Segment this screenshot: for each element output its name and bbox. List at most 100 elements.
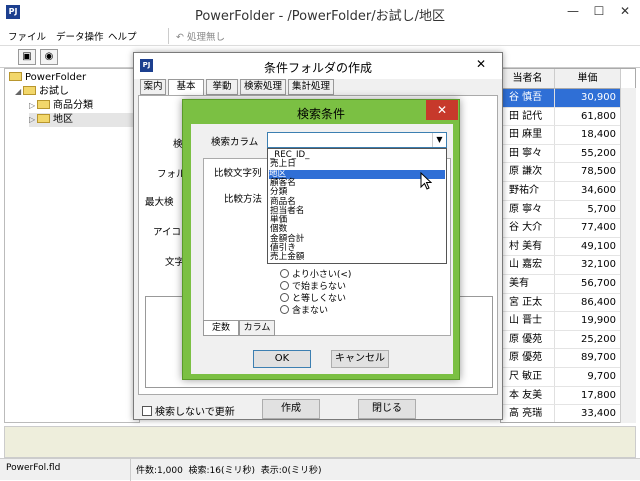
bottom-panel	[4, 426, 636, 458]
cell-price: 86,400	[555, 293, 621, 312]
collapse-icon[interactable]: ▷	[29, 113, 37, 127]
radio-button[interactable]	[280, 305, 289, 314]
status-file: PowerFol.fld	[6, 463, 61, 473]
undo-action[interactable]: ↶ 処理無し	[176, 29, 225, 43]
tab-search[interactable]: 検索処理	[240, 79, 286, 95]
update-without-search-checkbox[interactable]: 検索しないで更新	[142, 403, 235, 418]
table-row[interactable]: 谷 大介 77,400	[501, 219, 635, 238]
cell-staff: 原 寧々	[501, 200, 555, 219]
subtab-column[interactable]: カラム	[239, 320, 275, 336]
table-row[interactable]: 宮 正太 86,400	[501, 293, 635, 313]
cell-price: 32,100	[555, 256, 621, 274]
close-icon[interactable]: ✕	[426, 100, 458, 120]
collapse-icon[interactable]: ▷	[29, 99, 37, 113]
dialog-title-bar: PJ 条件フォルダの作成 ✕	[134, 53, 502, 79]
table-row[interactable]: 尺 敏正 9,700	[501, 368, 635, 387]
eye-icon[interactable]: ◉	[40, 49, 58, 65]
dialog-title: 検索条件	[296, 107, 345, 121]
search-column-select[interactable]: ▼	[267, 132, 447, 148]
undo-icon: ↶	[176, 32, 187, 43]
radio-button[interactable]	[280, 281, 289, 290]
table-row[interactable]: 田 寧々 55,200	[501, 144, 635, 164]
tree-item-region[interactable]: ▷ 地区	[29, 113, 137, 127]
compare-method-label: 比較方法	[224, 194, 263, 205]
menu-help[interactable]: ヘルプ	[108, 29, 137, 43]
table-row[interactable]: 山 晋士 19,900	[501, 312, 635, 331]
vertical-scrollbar[interactable]	[620, 88, 636, 423]
table-row[interactable]: 野祐介 34,600	[501, 182, 635, 201]
cell-staff: 原 謙次	[501, 163, 555, 181]
cell-staff: 宮 正太	[501, 293, 555, 312]
dropdown-option[interactable]: 売上金額	[270, 253, 304, 262]
menu-file[interactable]: ファイル	[8, 29, 46, 43]
dropdown-option[interactable]: 分類	[270, 188, 287, 197]
tree-item-powerfolder[interactable]: PowerFolder	[9, 71, 86, 85]
dropdown-option[interactable]: 売上日	[270, 160, 296, 169]
window-title: PowerFolder - /PowerFolder/お試し/地区	[194, 9, 446, 24]
cancel-button[interactable]: キャンセル	[331, 350, 389, 368]
column-header[interactable]: 単価	[555, 69, 621, 89]
cell-price: 19,900	[555, 312, 621, 330]
status-info: 件数:1,000 検索:16(ミリ秒) 表示:0(ミリ秒)	[136, 466, 322, 476]
table-row[interactable]: 原 寧々 5,700	[501, 200, 635, 220]
cell-staff: 原 優苑	[501, 349, 555, 367]
tab-behavior[interactable]: 挙動	[206, 79, 238, 95]
tab-basic[interactable]: 基本	[168, 79, 204, 96]
tree-item-category[interactable]: ▷ 商品分類	[29, 99, 93, 113]
close-icon[interactable]: ✕	[612, 0, 638, 22]
expand-icon[interactable]: ◢	[15, 85, 23, 99]
table-row[interactable]: 本 友美 17,800	[501, 386, 635, 406]
close-button[interactable]: 閉じる	[358, 399, 416, 419]
table-row[interactable]: 田 麻里 18,400	[501, 126, 635, 145]
chevron-down-icon[interactable]: ▼	[432, 133, 446, 147]
label-max-search: 最大検	[145, 197, 174, 208]
table-row[interactable]: 原 優苑 89,700	[501, 349, 635, 368]
cell-staff: 谷 大介	[501, 219, 555, 237]
cell-price: 55,200	[555, 144, 621, 163]
create-button[interactable]: 作成	[262, 399, 320, 419]
radio-button[interactable]	[280, 269, 289, 278]
cell-price: 78,500	[555, 163, 621, 181]
status-bar: PowerFol.fld 件数:1,000 検索:16(ミリ秒) 表示:0(ミリ…	[0, 458, 640, 481]
tab-aggregate[interactable]: 集計処理	[288, 79, 334, 95]
cell-price: 17,800	[555, 386, 621, 405]
minimize-icon[interactable]: —	[560, 0, 586, 22]
cell-staff: 高 亮瑞	[501, 405, 555, 422]
table-row[interactable]: 山 嘉宏 32,100	[501, 256, 635, 275]
dialog-body: 検索カラム 比較文字列 比較方法 より小さい(<) で始まらない と等しくない …	[191, 124, 453, 374]
radio-button[interactable]	[280, 293, 289, 302]
folder-icon	[37, 114, 50, 123]
maximize-icon[interactable]: ☐	[586, 0, 612, 22]
compare-text-label: 比較文字列	[214, 168, 262, 179]
radio-not-contain[interactable]: 含まない	[280, 303, 328, 316]
checkbox-label: 検索しないで更新	[155, 407, 235, 418]
folder-tree: PowerFolder ◢ お試し ▷ 商品分類 ▷ 地区	[4, 68, 140, 423]
tab-guide[interactable]: 案内	[140, 79, 166, 95]
data-grid: 当者名 単価 谷 慎吾 30,900 田 記代 61,800 田 麻里 18,400 田 寧…	[500, 68, 636, 423]
subtab-constant[interactable]: 定数	[203, 320, 239, 336]
checkbox-box[interactable]	[142, 406, 152, 416]
close-icon[interactable]: ✕	[476, 57, 486, 71]
folder-view-icon[interactable]: ▣	[18, 49, 36, 65]
menu-data[interactable]: データ操作	[56, 29, 104, 43]
table-row[interactable]: 谷 慎吾 30,900	[501, 89, 635, 108]
folder-icon	[9, 72, 22, 81]
cell-staff: 美有	[501, 275, 555, 293]
mouse-cursor-icon	[420, 172, 432, 190]
table-row[interactable]: 田 記代 61,800	[501, 107, 635, 127]
cell-price: 25,200	[555, 330, 621, 349]
cell-staff: 谷 慎吾	[501, 89, 555, 107]
table-row[interactable]: 原 優苑 25,200	[501, 330, 635, 350]
cell-staff: 尺 敏正	[501, 368, 555, 386]
ok-button[interactable]: OK	[253, 350, 311, 368]
tree-item-trial[interactable]: ◢ お試し	[15, 85, 69, 99]
table-row[interactable]: 美有 56,700	[501, 275, 635, 294]
tree-label: 商品分類	[53, 100, 93, 111]
table-row[interactable]: 原 謙次 78,500	[501, 163, 635, 182]
cell-price: 77,400	[555, 219, 621, 237]
table-row[interactable]: 村 美有 49,100	[501, 237, 635, 257]
cell-staff: 野祐介	[501, 182, 555, 200]
column-header[interactable]: 当者名	[501, 69, 555, 89]
tree-label: お試し	[39, 86, 69, 97]
table-row[interactable]: 高 亮瑞 33,400	[501, 405, 635, 422]
